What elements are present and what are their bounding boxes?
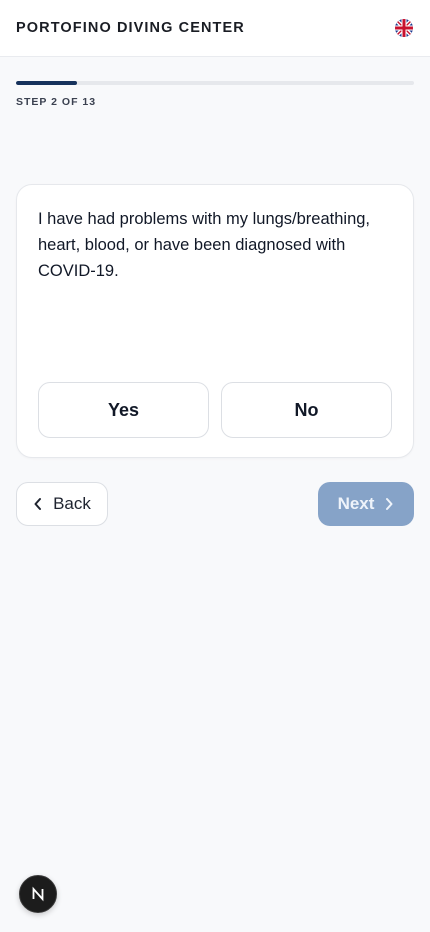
next-button-label: Next bbox=[337, 494, 375, 513]
step-navigation: Back Next bbox=[16, 482, 414, 526]
step-label: STEP 2 OF 13 bbox=[16, 96, 97, 108]
answer-options: Yes No bbox=[38, 382, 392, 438]
app-header: PORTOFINO DIVING CENTER bbox=[0, 0, 430, 57]
back-button[interactable]: Back bbox=[16, 482, 108, 526]
back-button-label: Back bbox=[53, 494, 91, 513]
question-text: I have had problems with my lungs/breath… bbox=[38, 210, 371, 280]
language-switcher[interactable] bbox=[394, 18, 414, 38]
progress-fill bbox=[16, 81, 78, 85]
next-button[interactable]: Next bbox=[318, 482, 414, 526]
no-button[interactable]: No bbox=[221, 382, 392, 438]
uk-flag-icon bbox=[395, 19, 413, 37]
n-logo-icon bbox=[30, 886, 46, 902]
n-logo-button[interactable] bbox=[19, 875, 57, 913]
progress-section: STEP 2 OF 13 bbox=[0, 57, 430, 108]
progress-track bbox=[16, 81, 414, 85]
chevron-right-icon bbox=[384, 497, 394, 511]
yes-button[interactable]: Yes bbox=[38, 382, 209, 438]
brand-title: PORTOFINO DIVING CENTER bbox=[16, 20, 245, 36]
chevron-left-icon bbox=[33, 497, 43, 511]
question-card: I have had problems with my lungs/breath… bbox=[16, 184, 414, 458]
